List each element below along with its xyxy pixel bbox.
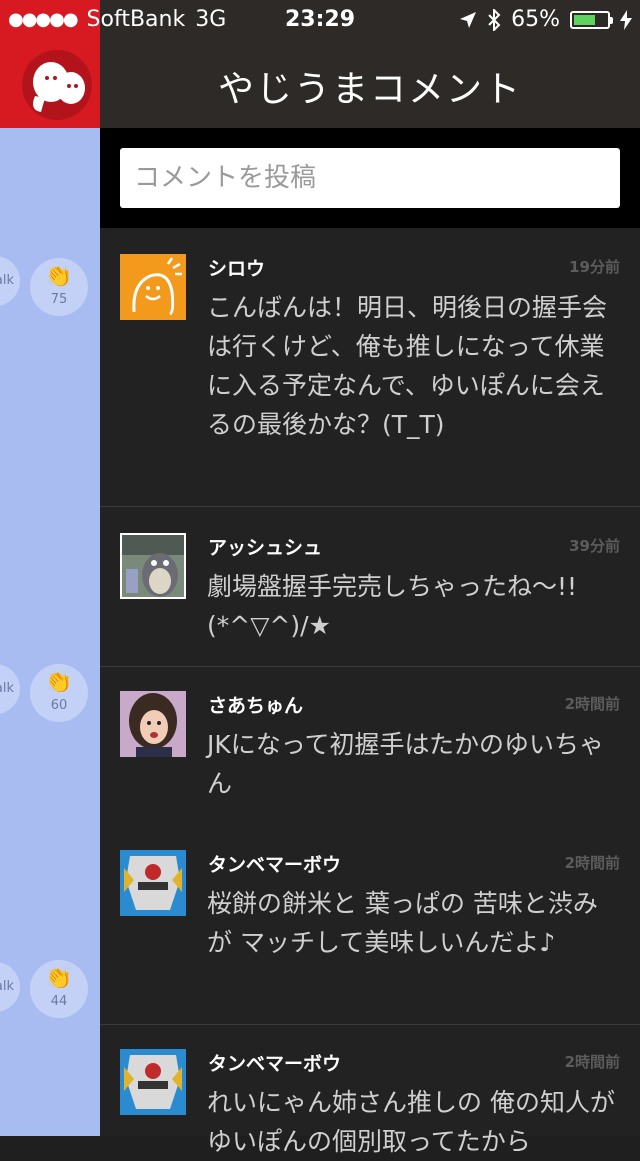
battery-percent: 65% <box>511 7 560 32</box>
side-clap-button[interactable]: 👏 44 <box>30 960 88 1018</box>
comment-time: 19分前 <box>569 258 620 276</box>
location-arrow-icon <box>460 11 477 28</box>
comment-time: 2時間前 <box>564 854 620 872</box>
avatar <box>120 1049 186 1115</box>
comment-time: 2時間前 <box>564 1053 620 1071</box>
comment-item[interactable]: タンベマーボウ 2時間前 れいにゃん姉さん推しの 俺の知人がゆいぽんの個別取って… <box>100 1025 640 1156</box>
avatar <box>120 533 186 599</box>
side-talk-button[interactable]: alk <box>0 664 20 714</box>
comment-item[interactable]: アッシュシュ 39分前 劇場盤握手完売しちゃったね〜!!(*^▽^)/★ <box>100 507 640 667</box>
robot-avatar-icon <box>120 850 186 916</box>
comment-time: 39分前 <box>569 537 620 555</box>
comment-author: タンベマーボウ <box>208 1053 342 1075</box>
comment-composer <box>100 128 640 228</box>
comment-text: 劇場盤握手完売しちゃったね〜!!(*^▽^)/★ <box>207 572 578 640</box>
comment-list: シロウ 19分前 こんばんは！明日、明後日の握手会は行くけど、俺も推しになって休… <box>100 228 640 1156</box>
bluetooth-icon <box>488 8 501 31</box>
charging-bolt-icon <box>620 9 632 30</box>
comment-author: アッシュシュ <box>208 537 323 559</box>
clap-count: 75 <box>50 292 68 307</box>
comment-text: 桜餅の餅米と 葉っぱの 苦味と渋みが マッチして美味しいんだよ♪ <box>207 889 598 957</box>
robot-avatar-icon <box>120 1049 186 1115</box>
comment-item[interactable]: タンベマーボウ 2時間前 桜餅の餅米と 葉っぱの 苦味と渋みが マッチして美味し… <box>100 826 640 1025</box>
avatar <box>120 254 186 320</box>
smiley-avatar-icon <box>120 254 186 320</box>
comment-input[interactable] <box>120 148 620 208</box>
battery-icon <box>570 10 613 29</box>
yajiuma-logo-icon <box>33 62 85 112</box>
comment-time: 2時間前 <box>564 695 620 713</box>
comment-text: れいにゃん姉さん推しの 俺の知人がゆいぽんの個別取ってたから <box>207 1088 615 1156</box>
status-bar: ●●●●● SoftBank 3G 23:29 65% <box>0 0 640 40</box>
comment-author: タンベマーボウ <box>208 854 342 876</box>
page-title: やじうまコメント <box>217 69 522 110</box>
comment-item[interactable]: シロウ 19分前 こんばんは！明日、明後日の握手会は行くけど、俺も推しになって休… <box>100 228 640 507</box>
clap-count: 60 <box>50 698 68 713</box>
main-panel: やじうまコメント シロウ 19分前 こんばんは！明日、明後日の握手 <box>100 0 640 1156</box>
side-talk-button[interactable]: alk <box>0 962 20 1012</box>
side-clap-button[interactable]: 👏 60 <box>30 664 88 722</box>
totoro-avatar-icon <box>122 535 184 597</box>
avatar <box>120 691 186 757</box>
comment-item[interactable]: さあちゅん 2時間前 JKになって初握手はたかのゆいちゃん <box>100 667 640 826</box>
side-panel: alk 👏 75 alk 👏 60 alk 👏 44 <box>0 0 100 1136</box>
comment-author: シロウ <box>208 258 266 280</box>
side-talk-button[interactable]: alk <box>0 256 20 306</box>
clap-icon: 👏 <box>45 670 73 695</box>
comment-author: さあちゅん <box>208 695 304 717</box>
avatar <box>120 850 186 916</box>
comment-text: こんばんは！明日、明後日の握手会は行くけど、俺も推しになって休業に入る予定なんで… <box>207 293 608 439</box>
comment-text: JKになって初握手はたかのゆいちゃん <box>207 730 605 798</box>
girl-avatar-icon <box>120 691 186 757</box>
clap-icon: 👏 <box>45 966 73 991</box>
clap-icon: 👏 <box>45 264 73 289</box>
battery-level <box>574 14 595 25</box>
side-clap-button[interactable]: 👏 75 <box>30 258 88 316</box>
clap-count: 44 <box>50 994 68 1009</box>
